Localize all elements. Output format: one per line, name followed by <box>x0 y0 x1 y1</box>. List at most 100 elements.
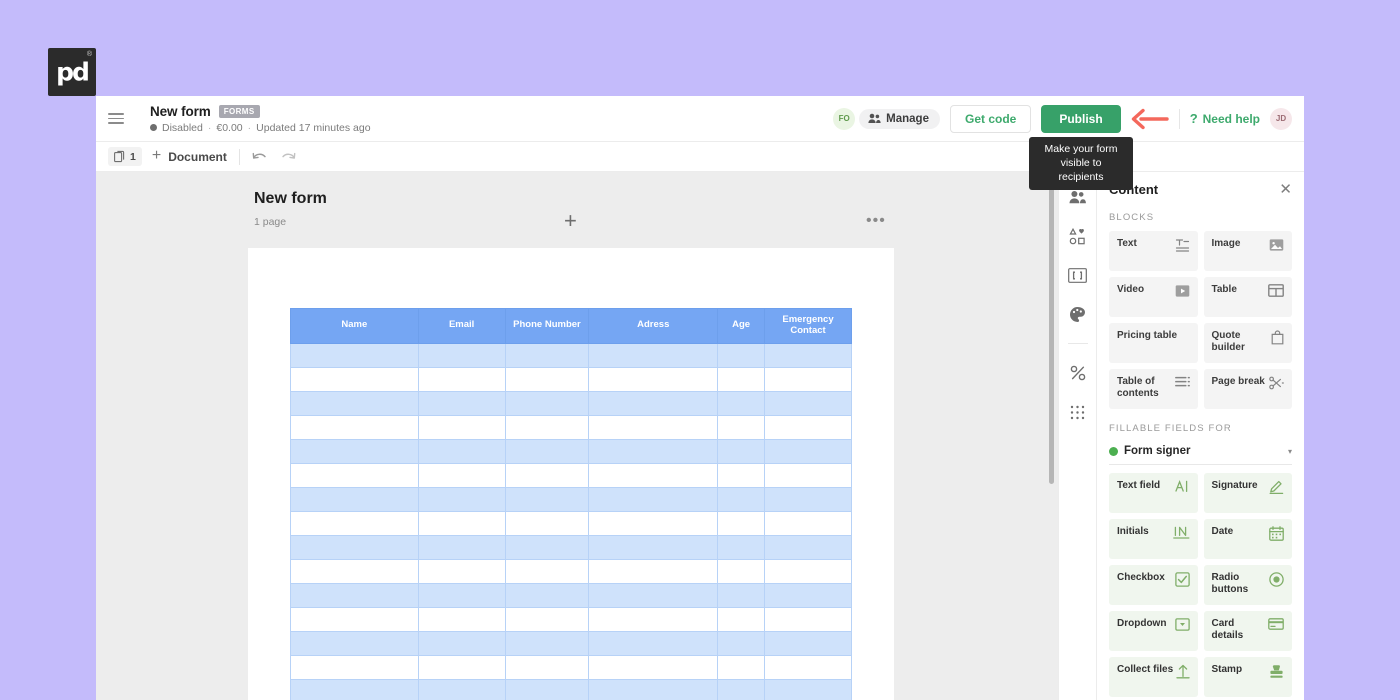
table-cell[interactable] <box>417 630 506 656</box>
table-row[interactable] <box>290 582 852 608</box>
table-cell[interactable] <box>717 414 766 440</box>
table-cell[interactable] <box>290 390 419 416</box>
canvas-scrollbar[interactable] <box>1049 178 1054 484</box>
table-cell[interactable] <box>290 678 419 700</box>
field-tile-signature[interactable]: Signature <box>1203 473 1292 513</box>
theme-palette-icon[interactable] <box>1067 303 1089 325</box>
page-count-chip[interactable]: 1 <box>108 147 142 166</box>
table-cell[interactable] <box>717 534 766 560</box>
table-row[interactable] <box>290 390 852 416</box>
table-cell[interactable] <box>417 342 506 368</box>
table-cell[interactable] <box>588 678 719 700</box>
table-cell[interactable] <box>588 438 719 464</box>
field-tile-radio-buttons[interactable]: Radio buttons <box>1203 565 1292 605</box>
table-cell[interactable] <box>717 342 766 368</box>
block-tile-pricing-table[interactable]: Pricing table <box>1109 323 1198 363</box>
table-row[interactable] <box>290 606 852 632</box>
field-tile-checkbox[interactable]: Checkbox <box>1109 565 1198 605</box>
table-cell[interactable] <box>290 366 419 392</box>
table-cell[interactable] <box>417 582 506 608</box>
table-cell[interactable] <box>588 582 719 608</box>
table-cell[interactable] <box>588 366 719 392</box>
table-row[interactable] <box>290 654 852 680</box>
table-cell[interactable] <box>764 414 852 440</box>
table-cell[interactable] <box>417 486 506 512</box>
table-cell[interactable] <box>764 582 852 608</box>
table-cell[interactable] <box>417 558 506 584</box>
table-cell[interactable] <box>417 366 506 392</box>
table-cell[interactable] <box>588 462 719 488</box>
table-cell[interactable] <box>764 510 852 536</box>
table-cell[interactable] <box>588 606 719 632</box>
table-cell[interactable] <box>290 486 419 512</box>
table-row[interactable] <box>290 366 852 392</box>
table-cell[interactable] <box>504 558 590 584</box>
table-cell[interactable] <box>588 390 719 416</box>
table-cell[interactable] <box>504 342 590 368</box>
table-cell[interactable] <box>764 342 852 368</box>
table-cell[interactable] <box>417 534 506 560</box>
hamburger-menu-icon[interactable] <box>108 113 146 124</box>
table-cell[interactable] <box>717 366 766 392</box>
table-row[interactable] <box>290 630 852 656</box>
field-tile-collect-files[interactable]: Collect files <box>1109 657 1198 697</box>
table-cell[interactable] <box>417 414 506 440</box>
table-cell[interactable] <box>588 558 719 584</box>
table-row[interactable] <box>290 678 852 700</box>
undo-icon[interactable] <box>252 151 267 163</box>
table-cell[interactable] <box>717 390 766 416</box>
need-help-button[interactable]: ? Need help <box>1190 111 1260 126</box>
field-tile-text-field[interactable]: Text field <box>1109 473 1198 513</box>
table-cell[interactable] <box>764 606 852 632</box>
table-cell[interactable] <box>417 654 506 680</box>
table-cell[interactable] <box>764 534 852 560</box>
table-cell[interactable] <box>717 510 766 536</box>
table-row[interactable] <box>290 438 852 464</box>
table-cell[interactable] <box>290 582 419 608</box>
table-cell[interactable] <box>290 630 419 656</box>
table-cell[interactable] <box>417 390 506 416</box>
table-cell[interactable] <box>290 414 419 440</box>
table-cell[interactable] <box>717 654 766 680</box>
table-cell[interactable] <box>504 606 590 632</box>
canvas-more-options-button[interactable]: ••• <box>866 212 886 230</box>
table-cell[interactable] <box>588 534 719 560</box>
table-cell[interactable] <box>290 558 419 584</box>
table-cell[interactable] <box>504 414 590 440</box>
table-row[interactable] <box>290 534 852 560</box>
get-code-button[interactable]: Get code <box>949 104 1032 133</box>
pricing-percent-icon[interactable] <box>1067 362 1089 384</box>
table-cell[interactable] <box>764 462 852 488</box>
table-cell[interactable] <box>764 366 852 392</box>
table-cell[interactable] <box>588 342 719 368</box>
table-cell[interactable] <box>290 438 419 464</box>
table-cell[interactable] <box>417 510 506 536</box>
table-cell[interactable] <box>290 462 419 488</box>
redo-icon[interactable] <box>281 151 296 163</box>
table-cell[interactable] <box>504 462 590 488</box>
table-cell[interactable] <box>588 630 719 656</box>
table-cell[interactable] <box>588 414 719 440</box>
table-cell[interactable] <box>717 558 766 584</box>
table-cell[interactable] <box>588 486 719 512</box>
block-tile-image[interactable]: Image <box>1203 231 1292 271</box>
table-cell[interactable] <box>717 630 766 656</box>
table-cell[interactable] <box>290 654 419 680</box>
block-tile-quote-builder[interactable]: Quote builder <box>1203 323 1292 363</box>
table-cell[interactable] <box>417 462 506 488</box>
table-cell[interactable] <box>417 438 506 464</box>
table-cell[interactable] <box>717 582 766 608</box>
document-title[interactable]: New form <box>150 104 211 119</box>
table-cell[interactable] <box>504 510 590 536</box>
table-row[interactable] <box>290 342 852 368</box>
block-tile-table[interactable]: Table <box>1203 277 1292 317</box>
table-cell[interactable] <box>588 510 719 536</box>
table-cell[interactable] <box>504 630 590 656</box>
table-cell[interactable] <box>504 438 590 464</box>
table-cell[interactable] <box>717 606 766 632</box>
apps-grid-icon[interactable] <box>1067 401 1089 423</box>
table-cell[interactable] <box>504 486 590 512</box>
field-tile-date[interactable]: Date <box>1203 519 1292 559</box>
table-row[interactable] <box>290 462 852 488</box>
table-row[interactable] <box>290 558 852 584</box>
